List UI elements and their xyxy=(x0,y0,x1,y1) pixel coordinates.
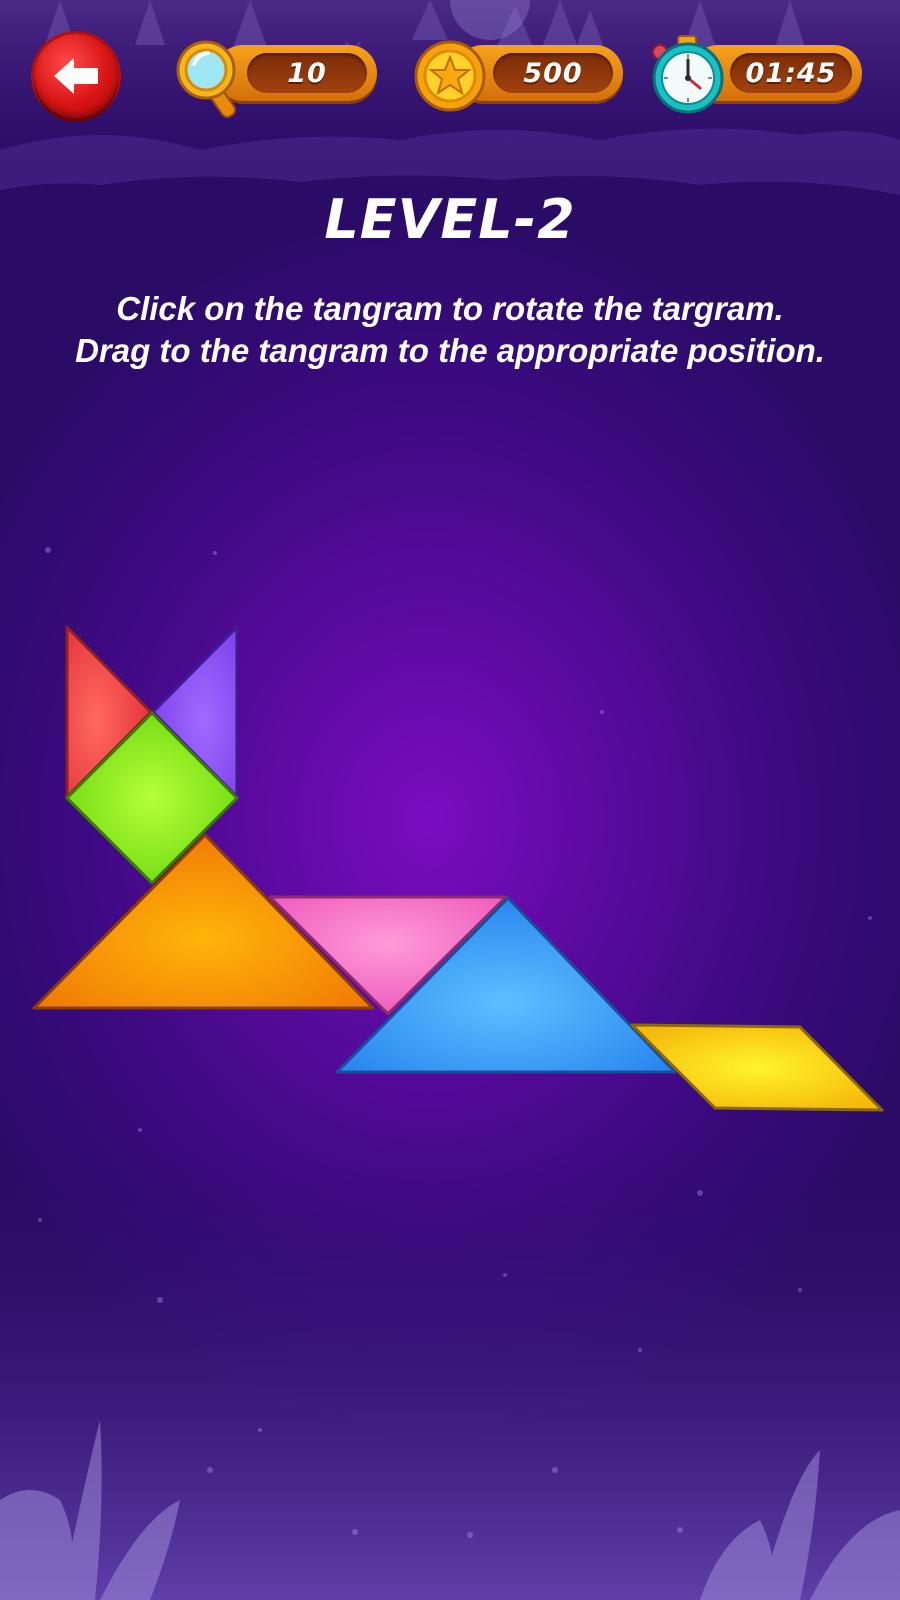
tangram-board xyxy=(32,625,884,1112)
